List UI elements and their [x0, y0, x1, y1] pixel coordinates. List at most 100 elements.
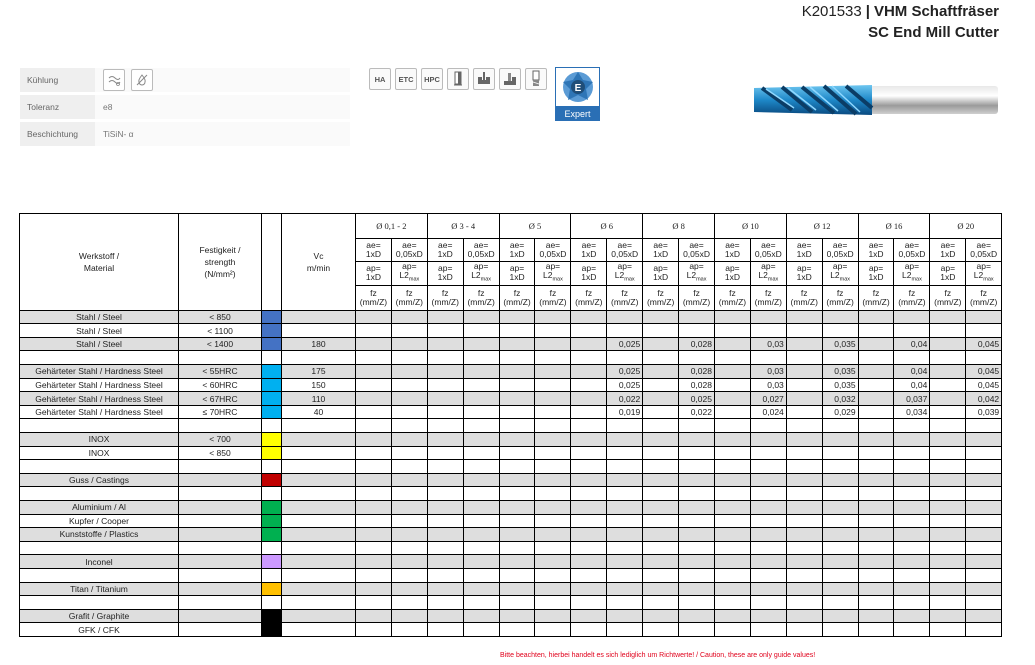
- fz-value-cell: [606, 608, 644, 624]
- fz-value-cell: 0,035: [821, 377, 859, 393]
- fz-empty-cell: [785, 377, 823, 393]
- fz-empty-cell: [713, 527, 751, 542]
- header-ap: ap= 1xD: [857, 261, 895, 286]
- header-ap: ap= L2max: [749, 261, 787, 286]
- fz-value-cell: [606, 540, 644, 556]
- property-label: Kühlung: [20, 68, 95, 92]
- fz-empty-cell: [498, 323, 536, 338]
- material-color-cell: [261, 554, 282, 569]
- fz-value-cell: [893, 595, 931, 610]
- fz-empty-cell: [498, 486, 536, 501]
- fz-value-cell: [606, 445, 644, 461]
- fz-empty-cell: [929, 472, 967, 488]
- fz-value-cell: [462, 309, 500, 325]
- fz-value-cell: [534, 364, 572, 379]
- fz-value-cell: [462, 418, 500, 434]
- fz-empty-cell: [355, 445, 392, 461]
- subscript-max: max: [839, 276, 851, 283]
- fz-value-cell: [462, 581, 500, 597]
- material-cell: Kunststoffe / Plastics: [19, 527, 179, 542]
- fz-empty-cell: [857, 377, 895, 393]
- fz-value-cell: 0,042: [965, 391, 1003, 406]
- fz-empty-cell: [570, 350, 608, 366]
- vc-cell: [281, 418, 356, 434]
- fz-value-cell: 0,045: [965, 377, 1003, 393]
- fz-value-cell: [965, 608, 1003, 624]
- end-mill-tool-image: [752, 80, 1000, 120]
- fz-empty-cell: [570, 404, 608, 420]
- material-color-cell: [261, 309, 282, 325]
- title-block: K201533 | VHM Schaftfräser SC End Mill Cut…: [802, 1, 999, 43]
- fz-empty-cell: [713, 323, 751, 338]
- fz-empty-cell: [857, 391, 895, 406]
- header-diameter: Ø 20: [929, 213, 1003, 239]
- fz-value-cell: [678, 309, 715, 325]
- fz-value-cell: [965, 540, 1003, 556]
- fz-empty-cell: [355, 418, 392, 434]
- fz-value-cell: [534, 404, 572, 420]
- fz-value-cell: [893, 323, 931, 338]
- vc-cell: 110: [281, 391, 356, 406]
- table-row: Gehärteter Stahl / Hardness Steel < 67HRC…: [19, 391, 1003, 406]
- fz-value-cell: [893, 432, 931, 447]
- strength-cell: [178, 595, 262, 610]
- fz-value-cell: 0,027: [749, 391, 787, 406]
- fz-empty-cell: [498, 309, 536, 325]
- fz-value-cell: [678, 459, 715, 474]
- fz-value-cell: [606, 323, 644, 338]
- material-color-cell: [261, 527, 282, 542]
- fz-value-cell: [462, 622, 500, 637]
- fz-value-cell: [821, 459, 859, 474]
- fz-empty-cell: [642, 581, 680, 597]
- fz-empty-cell: [498, 513, 536, 529]
- fz-value-cell: [821, 527, 859, 542]
- fz-empty-cell: [929, 486, 967, 501]
- strength-cell: < 1400: [178, 336, 262, 352]
- fz-empty-cell: [857, 445, 895, 461]
- strength-cell: [178, 567, 262, 583]
- fz-value-cell: [462, 595, 500, 610]
- fz-empty-cell: [570, 567, 608, 583]
- vc-cell: [281, 323, 356, 338]
- fz-value-cell: [462, 608, 500, 624]
- fz-empty-cell: [642, 404, 680, 420]
- fz-value-cell: [749, 432, 787, 447]
- material-color-cell: [261, 377, 282, 393]
- header-strength-line: (N/mm²): [204, 268, 236, 279]
- header-ae: ae= 1xD: [713, 238, 751, 262]
- material-cell: [19, 595, 179, 610]
- fz-empty-cell: [857, 595, 895, 610]
- fz-value-cell: [462, 486, 500, 501]
- fz-empty-cell: [426, 500, 464, 515]
- material-color-cell: [261, 364, 282, 379]
- fz-value-cell: [606, 432, 644, 447]
- footer-disclaimer: Bitte beachten, hierbei handelt es sich …: [500, 652, 816, 659]
- fz-empty-cell: [857, 336, 895, 352]
- fz-empty-cell: [355, 432, 392, 447]
- header-ap: ap= L2max: [390, 261, 428, 286]
- fz-empty-cell: [857, 404, 895, 420]
- fz-value-cell: 0,025: [678, 391, 715, 406]
- fz-empty-cell: [426, 391, 464, 406]
- header-fz: fz (mm/Z): [462, 284, 500, 311]
- fz-empty-cell: [426, 432, 464, 447]
- fz-value-cell: [390, 486, 428, 501]
- fz-empty-cell: [713, 445, 751, 461]
- fz-empty-cell: [857, 581, 895, 597]
- fz-empty-cell: [929, 567, 967, 583]
- fz-value-cell: [462, 540, 500, 556]
- fz-value-cell: [462, 350, 500, 366]
- property-label: Beschichtung: [20, 122, 95, 146]
- fz-value-cell: [965, 567, 1003, 583]
- header-diameter: Ø 6: [570, 213, 644, 239]
- fz-value-cell: [534, 432, 572, 447]
- vc-cell: [281, 554, 356, 569]
- fz-empty-cell: [642, 350, 680, 366]
- fz-empty-cell: [498, 622, 536, 637]
- table-header: Werkstoff / Material Festigkeit / streng…: [19, 213, 1003, 311]
- fz-empty-cell: [355, 527, 392, 542]
- material-color-cell: [261, 445, 282, 461]
- material-color-cell: [261, 540, 282, 556]
- fz-empty-cell: [929, 595, 967, 610]
- vc-cell: [281, 527, 356, 542]
